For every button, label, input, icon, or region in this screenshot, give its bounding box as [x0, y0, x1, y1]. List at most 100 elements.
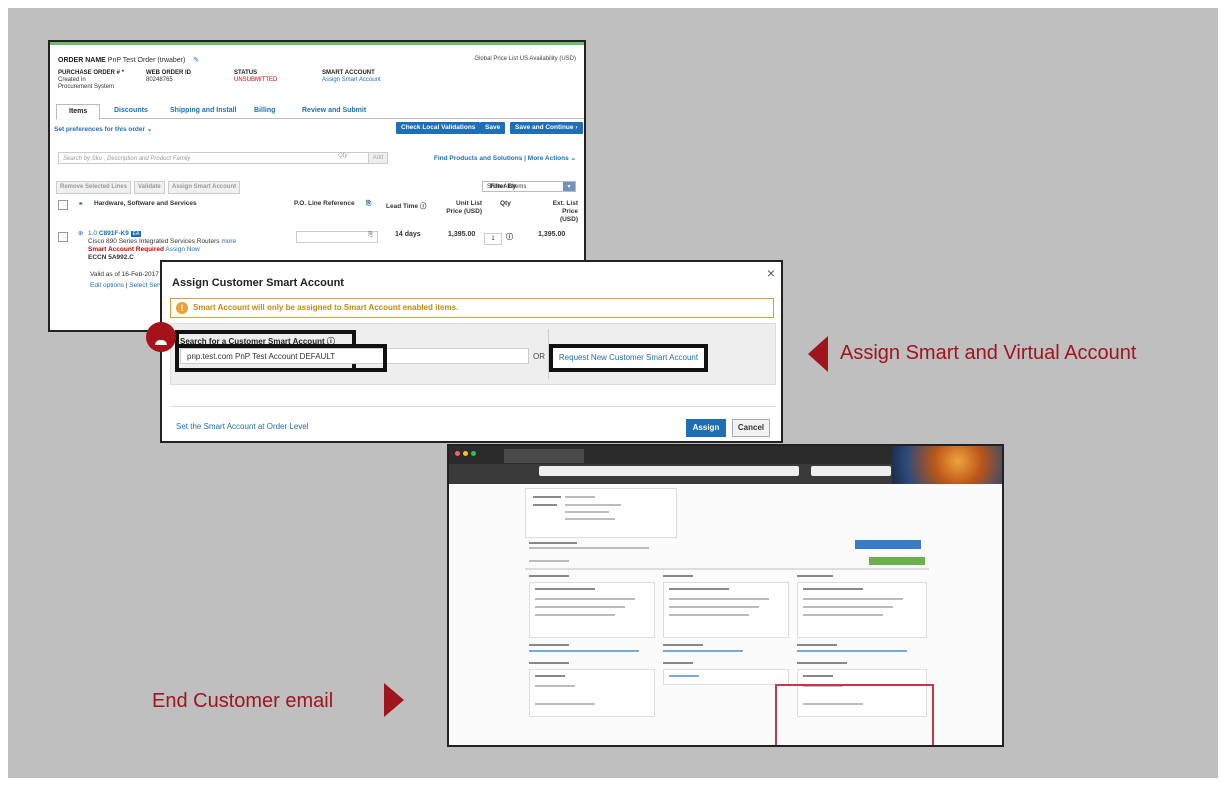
text-line	[535, 703, 595, 705]
web-order-block: WEB ORDER ID 80248765	[146, 70, 191, 84]
save-continue-label: Save and Continue	[515, 124, 574, 131]
text-line	[529, 547, 649, 549]
text-line	[533, 504, 557, 506]
more-link[interactable]: more	[221, 238, 236, 245]
po-value: Created in Procurement System	[58, 77, 115, 90]
tab-billing[interactable]: Billing	[254, 104, 275, 118]
tab-shipping[interactable]: Shipping and Install	[170, 104, 237, 118]
create-shipping-group-button[interactable]	[855, 540, 921, 549]
text-line	[535, 685, 575, 687]
text-line	[529, 542, 577, 544]
chevron-down-icon: ⌄	[146, 126, 153, 133]
assign-button[interactable]: Assign	[686, 419, 726, 437]
copy-line-icon[interactable]: ⎘	[368, 231, 373, 239]
assign-now-link[interactable]: Assign Now	[165, 246, 199, 253]
copy-address-links[interactable]	[797, 650, 907, 652]
text-line	[669, 606, 759, 608]
assign-smart-account-button[interactable]: Assign Smart Account	[168, 181, 241, 194]
cancel-button[interactable]: Cancel	[732, 419, 770, 437]
line-unit-price: 1,395.00	[448, 231, 476, 238]
remove-selected-button[interactable]: Remove Selected Lines	[56, 181, 132, 194]
info-icon: ⓘ	[419, 203, 427, 210]
filter-select[interactable]: Show All Items ▾	[482, 181, 576, 192]
add-button[interactable]: Add	[368, 152, 388, 164]
po-line-input[interactable]	[296, 231, 378, 243]
find-products-link[interactable]: Find Products and Solutions | More Actio…	[434, 154, 576, 162]
warning-text: Smart Account will only be assigned to S…	[193, 303, 459, 312]
set-preferences-link[interactable]: Set preferences for this order ⌄	[54, 125, 152, 133]
minimize-window-icon[interactable]	[463, 451, 468, 456]
edit-options-link[interactable]: Edit options	[90, 282, 124, 289]
text-line	[535, 588, 595, 590]
or-label: OR	[533, 352, 545, 361]
set-order-level-link[interactable]: Set the Smart Account at Order Level	[176, 422, 309, 431]
request-new-account-link[interactable]: Request New Customer Smart Account	[549, 344, 708, 372]
text-line	[803, 614, 883, 616]
smart-account-block: SMART ACCOUNT Assign Smart Account	[322, 70, 381, 84]
text-line	[529, 560, 569, 562]
order-name-value: PnP Test Order (trwaber)	[107, 57, 186, 64]
text-line	[565, 504, 621, 506]
select-all-checkbox[interactable]	[58, 200, 68, 210]
tab-items[interactable]: Items	[56, 104, 101, 120]
validate-button[interactable]: Validate	[134, 181, 165, 194]
text-line	[565, 496, 595, 498]
order-header: ORDER NAME PnP Test Order (trwaber) ✎ Gl…	[58, 56, 576, 68]
chevron-down-icon: ⌄	[570, 155, 576, 162]
web-order-label: WEB ORDER ID	[146, 70, 191, 76]
browser-theme-decoration	[892, 446, 1002, 484]
col-ext-price-sub: (USD)	[559, 216, 578, 223]
order-name-label: ORDER NAME	[58, 57, 106, 64]
assign-smart-account-modal: Assign Customer Smart Account × ! Smart …	[160, 260, 783, 443]
tab-review[interactable]: Review and Submit	[302, 104, 366, 118]
line-info-icon[interactable]: ⓘ	[506, 232, 513, 242]
text-line	[797, 662, 847, 664]
end-customer-email-highlight	[775, 684, 934, 745]
browser-search-box[interactable]	[811, 466, 891, 476]
text-line	[529, 575, 569, 577]
browser-tab[interactable]	[504, 449, 584, 463]
close-icon[interactable]: ×	[767, 265, 775, 281]
smart-account-link[interactable]: Assign Smart Account	[322, 77, 381, 84]
modal-divider	[170, 406, 776, 407]
divider	[525, 568, 929, 570]
end-customer-card	[797, 582, 927, 638]
callout-assign-smart-virtual: Assign Smart and Virtual Account	[840, 342, 1137, 364]
line-sku[interactable]: C891F-K9	[99, 230, 129, 237]
line-qty-input[interactable]: 1	[484, 233, 502, 245]
qty-input[interactable]: Qty	[338, 153, 347, 159]
text-line	[669, 598, 769, 600]
add-contact-link[interactable]	[669, 675, 699, 677]
save-button[interactable]: Save	[480, 122, 506, 134]
check-local-validations-button[interactable]: Check Local Validations	[396, 122, 481, 134]
browser-window	[447, 444, 1004, 747]
text-line	[797, 644, 837, 646]
save-continue-button[interactable]: Save and Continue ›	[510, 122, 583, 134]
line-checkbox[interactable]	[58, 232, 68, 242]
copy-address-links[interactable]	[663, 650, 743, 652]
global-price-list: Global Price List US Availability (USD)	[474, 56, 576, 62]
text-line	[803, 588, 863, 590]
address-bar[interactable]	[539, 466, 799, 476]
warning-icon: !	[176, 302, 188, 314]
shipping-page	[449, 484, 1002, 745]
callout-arrow-left-icon	[808, 336, 828, 372]
copy-address-links[interactable]	[529, 650, 639, 652]
col-hardware: Hardware, Software and Services	[94, 200, 197, 207]
expand-icon[interactable]: ⊕	[78, 230, 83, 238]
tab-discounts[interactable]: Discounts	[114, 104, 148, 118]
filter-select-value: Show All Items	[487, 184, 527, 190]
web-order-value: 80248765	[146, 77, 173, 83]
close-window-icon[interactable]	[455, 451, 460, 456]
copy-icon[interactable]: ⎘	[366, 200, 371, 208]
text-line	[803, 598, 903, 600]
edit-pencil-icon[interactable]: ✎	[193, 57, 199, 64]
maximize-window-icon[interactable]	[471, 451, 476, 456]
text-line	[529, 662, 569, 664]
line-ext-price: 1,395.00	[538, 231, 566, 238]
po-label: PURCHASE ORDER # *	[58, 70, 125, 76]
select-service-link[interactable]: Select Servi	[129, 282, 164, 289]
line-item: 1.0 C891F-K9 EA Cisco 890 Series Integra…	[88, 230, 236, 262]
col-lead-time-label: Lead Time	[386, 203, 419, 210]
line-number: 1.0	[88, 230, 98, 237]
